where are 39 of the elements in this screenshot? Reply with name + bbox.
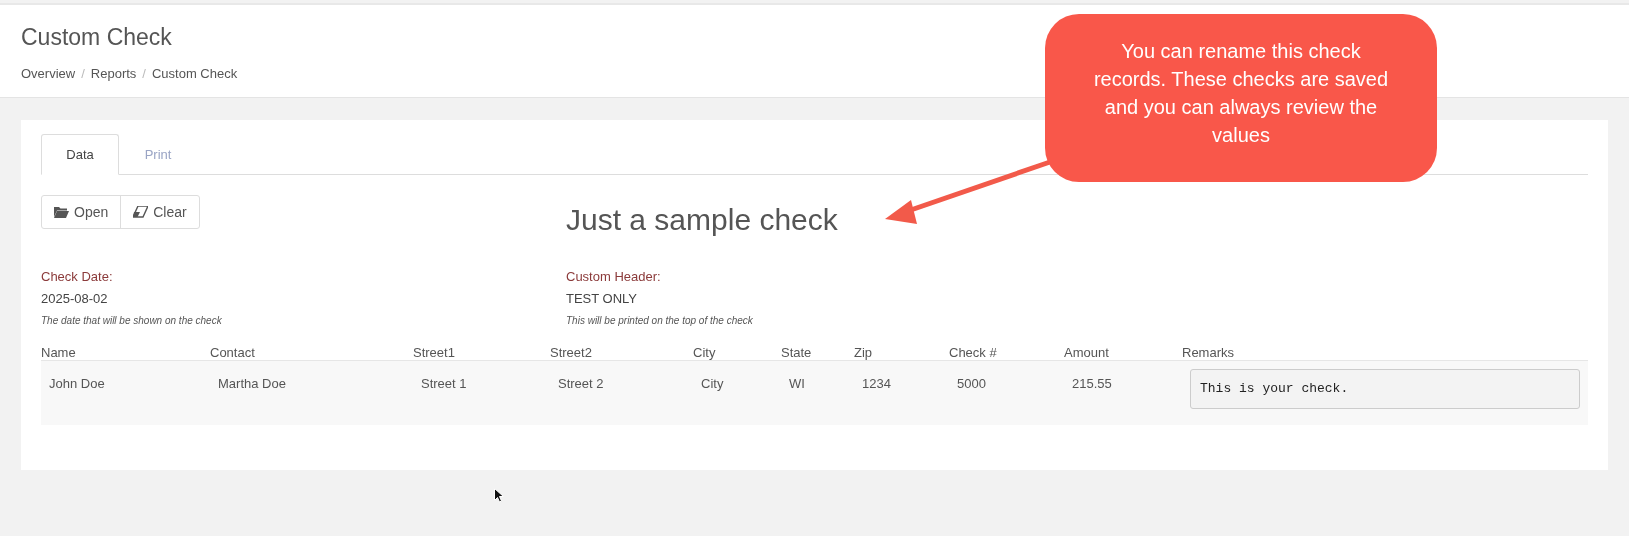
- column-header: Street1: [413, 345, 455, 360]
- callout-note: You can rename this check records. These checks are saved and you can always review the values: [1045, 14, 1437, 182]
- field-label: Custom Header:: [566, 268, 662, 286]
- breadcrumb-link[interactable]: Reports: [90, 64, 137, 84]
- clear-button[interactable]: Clear: [120, 196, 199, 228]
- column-header: Contact: [210, 345, 255, 360]
- page-title: Custom Check: [21, 23, 172, 52]
- table-cell: 215.55: [1072, 376, 1112, 391]
- breadcrumb-link[interactable]: Overview: [21, 64, 76, 84]
- column-header: Remarks: [1182, 345, 1234, 360]
- table-cell: John Doe: [49, 376, 105, 391]
- remarks-field[interactable]: This is your check.: [1190, 369, 1580, 409]
- table-cell: 5000: [957, 376, 986, 391]
- field-hint: This will be printed on the top of the check: [566, 314, 754, 328]
- column-header: Check #: [949, 345, 997, 360]
- field-label: Check Date:: [41, 268, 114, 286]
- column-header: Zip: [854, 345, 873, 360]
- field-value: TEST ONLY: [566, 290, 639, 308]
- open-button[interactable]: Open: [42, 196, 121, 228]
- breadcrumb-separator: /: [81, 65, 85, 83]
- table-cell: Street 1: [421, 376, 467, 391]
- tab[interactable]: Data: [41, 134, 119, 175]
- field-hint: The date that will be shown on the check: [41, 314, 223, 328]
- table-cell: Street 2: [558, 376, 604, 391]
- column-header: State: [781, 345, 812, 360]
- column-header: City: [693, 345, 716, 360]
- column-header: Name: [41, 345, 76, 360]
- field-value: 2025-08-02: [41, 290, 109, 308]
- cursor-icon: [494, 488, 504, 503]
- column-header: Street2: [550, 345, 592, 360]
- check-name: Just a sample check: [566, 202, 838, 238]
- folder-icon: [54, 206, 69, 218]
- eraser-icon: [133, 206, 149, 218]
- table-cell: WI: [789, 376, 805, 391]
- table-cell: Martha Doe: [218, 376, 286, 391]
- table-cell: 1234: [862, 376, 891, 391]
- table-cell: City: [701, 376, 724, 391]
- breadcrumb-separator: /: [142, 65, 146, 83]
- column-header: Amount: [1064, 345, 1109, 360]
